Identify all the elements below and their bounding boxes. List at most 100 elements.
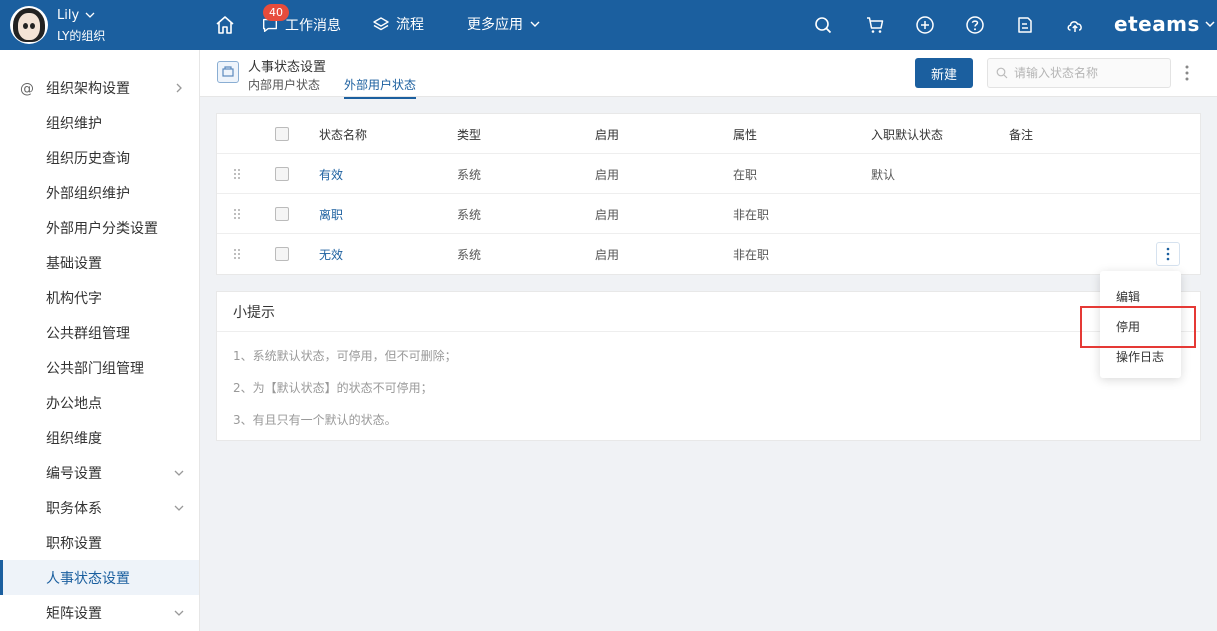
sidebar-item-matrix[interactable]: 矩阵设置 bbox=[0, 595, 199, 630]
tab-internal-user-status[interactable]: 内部用户状态 bbox=[248, 76, 320, 97]
new-button[interactable]: 新建 bbox=[915, 58, 973, 88]
row-checkbox[interactable] bbox=[275, 247, 289, 261]
cloud-upload-icon[interactable] bbox=[1065, 15, 1085, 35]
status-type: 系统 bbox=[457, 168, 482, 182]
chevron-down-icon bbox=[1205, 21, 1215, 28]
table-row: 无效 系统 启用 非在职 bbox=[217, 234, 1200, 274]
sidebar-item-org-code[interactable]: 机构代字 bbox=[0, 280, 199, 315]
sidebar-item-office-locations[interactable]: 办公地点 bbox=[0, 385, 199, 420]
avatar[interactable] bbox=[10, 6, 48, 44]
table-row: 离职 系统 启用 非在职 bbox=[217, 194, 1200, 234]
help-icon[interactable] bbox=[965, 15, 985, 35]
cart-icon[interactable] bbox=[865, 15, 885, 35]
user-org: LY的组织 bbox=[57, 29, 106, 43]
sidebar-item-numbering[interactable]: 编号设置 bbox=[0, 455, 199, 490]
layers-icon bbox=[373, 17, 389, 31]
tip-item: 2、为【默认状态】的状态不可停用； bbox=[233, 381, 433, 395]
nav-flow-label: 流程 bbox=[396, 17, 424, 33]
home-icon[interactable] bbox=[213, 13, 237, 37]
sidebar-item-org-structure[interactable]: 组织架构设置 bbox=[0, 70, 199, 105]
status-name-link[interactable]: 无效 bbox=[319, 246, 343, 263]
column-header-default[interactable]: 入职默认状态 bbox=[871, 126, 943, 143]
select-all-checkbox[interactable] bbox=[275, 127, 289, 141]
sidebar-item-basic-settings[interactable]: 基础设置 bbox=[0, 245, 199, 280]
drag-handle-icon[interactable] bbox=[233, 208, 241, 220]
highlight-box bbox=[1080, 306, 1196, 348]
nav-more-apps[interactable]: 更多应用 bbox=[467, 14, 541, 34]
menu-item-edit[interactable]: 编辑 bbox=[1116, 288, 1140, 305]
sidebar-item-label: 机构代字 bbox=[46, 290, 102, 307]
sidebar-item-hr-status[interactable]: 人事状态设置 bbox=[0, 560, 199, 595]
sidebar-item-label: 组织维护 bbox=[46, 115, 102, 132]
sidebar-item-label: 公共部门组管理 bbox=[46, 360, 144, 377]
more-vertical-icon[interactable] bbox=[1184, 64, 1190, 82]
status-attr: 在职 bbox=[733, 168, 758, 182]
status-attr: 非在职 bbox=[733, 248, 770, 262]
status-name-link[interactable]: 有效 bbox=[319, 166, 343, 183]
sidebar-item-title-settings[interactable]: 职称设置 bbox=[0, 525, 199, 560]
status-attr: 非在职 bbox=[733, 208, 770, 222]
tab-external-user-status[interactable]: 外部用户状态 bbox=[344, 76, 417, 99]
drag-handle-icon[interactable] bbox=[233, 248, 241, 260]
more-vertical-icon bbox=[1166, 247, 1170, 261]
tips-panel: 小提示 1、系统默认状态，可停用，但不可删除； 2、为【默认状态】的状态不可停用… bbox=[216, 291, 1201, 441]
table-row: 有效 系统 启用 在职 默认 bbox=[217, 154, 1200, 194]
sidebar-item-org-history[interactable]: 组织历史查询 bbox=[0, 140, 199, 175]
column-header-attr[interactable]: 属性 bbox=[733, 126, 757, 143]
sidebar-item-label: 外部用户分类设置 bbox=[46, 220, 158, 237]
drag-handle-icon[interactable] bbox=[233, 168, 241, 180]
sidebar-item-label: 职称设置 bbox=[46, 535, 102, 552]
status-enabled: 启用 bbox=[595, 208, 620, 222]
sidebar-item-label: 编号设置 bbox=[46, 465, 102, 482]
chevron-down-icon bbox=[174, 610, 184, 616]
table-header: 状态名称 类型 启用 属性 入职默认状态 备注 bbox=[217, 114, 1200, 154]
row-more-button[interactable] bbox=[1156, 242, 1180, 266]
status-type: 系统 bbox=[457, 248, 482, 262]
row-checkbox[interactable] bbox=[275, 167, 289, 181]
note-icon[interactable] bbox=[1015, 15, 1035, 35]
sidebar-item-label: 组织历史查询 bbox=[46, 150, 130, 167]
tip-item: 3、有且只有一个默认的状态。 bbox=[233, 413, 397, 427]
sidebar-item-label: 公共群组管理 bbox=[46, 325, 130, 342]
nav-messages-label: 工作消息 bbox=[285, 18, 341, 34]
sidebar-item-position-system[interactable]: 职务体系 bbox=[0, 490, 199, 525]
status-enabled: 启用 bbox=[595, 168, 620, 182]
search-icon[interactable] bbox=[813, 15, 833, 35]
column-header-enabled[interactable]: 启用 bbox=[595, 126, 619, 143]
search-box[interactable] bbox=[987, 58, 1171, 88]
search-input[interactable] bbox=[1014, 66, 1164, 80]
chevron-down-icon bbox=[174, 505, 184, 511]
nav-flow[interactable]: 流程 bbox=[372, 14, 424, 34]
row-checkbox[interactable] bbox=[275, 207, 289, 221]
sidebar-item-external-org[interactable]: 外部组织维护 bbox=[0, 175, 199, 210]
column-header-note[interactable]: 备注 bbox=[1009, 126, 1033, 143]
chevron-down-icon bbox=[85, 12, 95, 18]
brand-menu[interactable]: eteams bbox=[1114, 12, 1216, 36]
column-header-type[interactable]: 类型 bbox=[457, 126, 481, 143]
status-type: 系统 bbox=[457, 208, 482, 222]
sidebar-item-public-groups[interactable]: 公共群组管理 bbox=[0, 315, 199, 350]
menu-item-operation-log[interactable]: 操作日志 bbox=[1116, 348, 1164, 365]
sidebar-item-public-dept-groups[interactable]: 公共部门组管理 bbox=[0, 350, 199, 385]
sidebar-item-external-user-category[interactable]: 外部用户分类设置 bbox=[0, 210, 199, 245]
status-default: 默认 bbox=[871, 168, 896, 182]
sidebar-item-label: 办公地点 bbox=[46, 395, 102, 412]
status-name-link[interactable]: 离职 bbox=[319, 206, 343, 223]
sidebar-item-label: 矩阵设置 bbox=[46, 605, 102, 622]
tips-title: 小提示 bbox=[217, 292, 1200, 332]
search-icon bbox=[996, 67, 1008, 79]
plus-circle-icon[interactable] bbox=[915, 15, 935, 35]
page-header: 人事状态设置 内部用户状态 外部用户状态 新建 bbox=[200, 50, 1217, 99]
top-navigation-bar: Lily LY的组织 工作消息 40 流程 更多应用 eteams bbox=[0, 0, 1217, 50]
user-name[interactable]: Lily bbox=[57, 8, 95, 23]
sidebar-item-org-maintain[interactable]: 组织维护 bbox=[0, 105, 199, 140]
chevron-down-icon bbox=[174, 470, 184, 476]
brand-logo: eteams bbox=[1114, 12, 1200, 36]
column-header-name[interactable]: 状态名称 bbox=[319, 126, 367, 143]
sidebar-item-label: 外部组织维护 bbox=[46, 185, 130, 202]
sidebar-item-label: 基础设置 bbox=[46, 255, 102, 272]
sidebar: @ 组织架构设置 组织维护 组织历史查询 外部组织维护 外部用户分类设置 基础设… bbox=[0, 50, 200, 631]
chevron-down-icon bbox=[530, 21, 540, 27]
user-name-label: Lily bbox=[57, 8, 80, 23]
sidebar-item-org-dimension[interactable]: 组织维度 bbox=[0, 420, 199, 455]
